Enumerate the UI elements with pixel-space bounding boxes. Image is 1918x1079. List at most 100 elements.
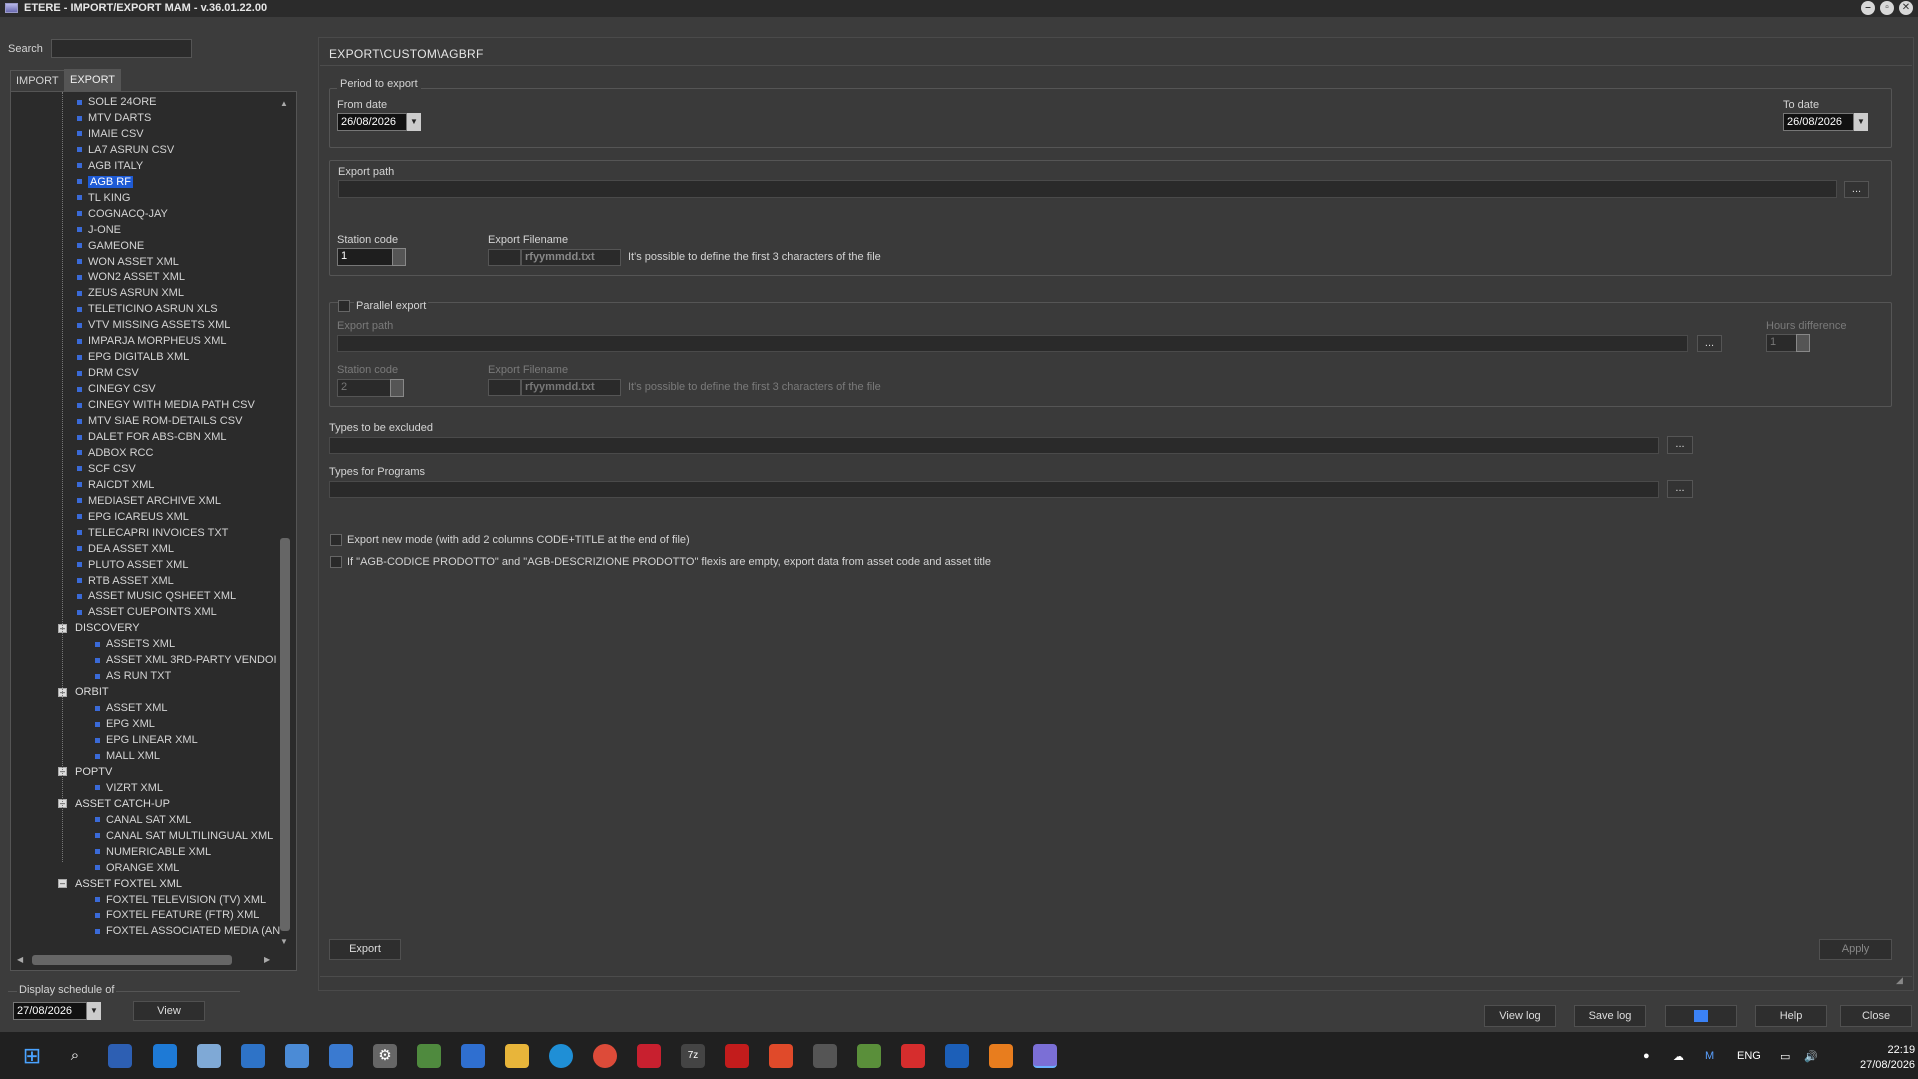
language-indicator[interactable]: ENG	[1737, 1050, 1761, 1062]
parallel-export-path-input[interactable]	[337, 335, 1688, 352]
tree-group[interactable]: – DISCOVERY	[58, 621, 140, 636]
tree-item[interactable]: DRM CSV	[77, 366, 139, 381]
tree-item[interactable]: DALET FOR ABS-CBN XML	[77, 430, 227, 445]
taskbar-clock[interactable]: 22:19 27/08/2026	[1860, 1043, 1915, 1073]
teamviewer-icon[interactable]	[945, 1044, 969, 1068]
agb-flexis-fallback-checkbox[interactable]	[330, 556, 342, 568]
tree-item[interactable]: TL KING	[77, 191, 130, 206]
display-date-dropdown-icon[interactable]: ▼	[87, 1002, 101, 1020]
tree-item[interactable]: MEDIASET ARCHIVE XML	[77, 494, 221, 509]
tree-item[interactable]: ASSET CUEPOINTS XML	[77, 605, 217, 620]
tree-item[interactable]: RTB ASSET XML	[77, 574, 174, 589]
help-button[interactable]: Help	[1755, 1005, 1827, 1027]
etere-app-icon[interactable]	[1033, 1044, 1057, 1068]
tree-item[interactable]: ORANGE XML	[95, 861, 179, 876]
tab-import[interactable]: IMPORT	[10, 70, 65, 91]
close-window-icon[interactable]: ✕	[1899, 1, 1913, 15]
vlc-icon[interactable]	[989, 1044, 1013, 1068]
tree-item-selected[interactable]: AGB RF	[77, 175, 133, 190]
tree-item[interactable]: CINEGY CSV	[77, 382, 156, 397]
tree-horizontal-scroll-thumb[interactable]	[32, 955, 232, 965]
acrobat-icon[interactable]	[725, 1044, 749, 1068]
tree-item[interactable]: ASSETS XML	[95, 637, 175, 652]
tree-item[interactable]: EPG LINEAR XML	[95, 733, 198, 748]
filename-prefix-input[interactable]	[488, 249, 521, 266]
app-icon-6[interactable]	[285, 1044, 309, 1068]
file-explorer-icon[interactable]	[505, 1044, 529, 1068]
app-icon-7[interactable]	[329, 1044, 353, 1068]
close-button[interactable]: Close	[1840, 1005, 1912, 1027]
edge-icon[interactable]	[549, 1044, 573, 1068]
store-icon[interactable]	[108, 1044, 132, 1068]
hours-difference-spinner-icon[interactable]	[1796, 334, 1810, 352]
tree-item[interactable]: AS RUN TXT	[95, 669, 171, 684]
apply-button[interactable]: Apply	[1819, 939, 1892, 960]
app-icon-9[interactable]	[417, 1044, 441, 1068]
tree-item[interactable]: WON ASSET XML	[77, 255, 179, 270]
tree-item[interactable]: CINEGY WITH MEDIA PATH CSV	[77, 398, 255, 413]
export-path-browse-button[interactable]: ...	[1844, 181, 1869, 198]
to-date-dropdown-icon[interactable]: ▼	[1854, 113, 1868, 131]
view-button[interactable]: View	[133, 1001, 205, 1021]
from-date-field[interactable]: 26/08/2026	[337, 113, 407, 131]
parallel-export-checkbox[interactable]	[338, 300, 350, 312]
tree-item[interactable]: TELETICINO ASRUN XLS	[77, 302, 218, 317]
parallel-filename-prefix-input[interactable]	[488, 379, 521, 396]
maximize-icon[interactable]: ▫	[1880, 1, 1894, 15]
minimize-icon[interactable]: –	[1861, 1, 1875, 15]
tree-item[interactable]: AGB ITALY	[77, 159, 143, 174]
tree-group[interactable]: – ASSET FOXTEL XML	[58, 877, 182, 892]
tree-item[interactable]: GAMEONE	[77, 239, 144, 254]
scroll-down-icon[interactable]: ▼	[280, 937, 288, 946]
scroll-left-icon[interactable]: ◀	[17, 955, 23, 964]
resize-grip-icon[interactable]: ◢	[1896, 975, 1903, 986]
tree-item[interactable]: FOXTEL TELEVISION (TV) XML	[95, 893, 266, 908]
tree-item[interactable]: TELECAPRI INVOICES TXT	[77, 526, 228, 541]
tree-item[interactable]: MALL XML	[95, 749, 160, 764]
tree-item[interactable]: LA7 ASRUN CSV	[77, 143, 174, 158]
tree-item[interactable]: ADBOX RCC	[77, 446, 153, 461]
tree-item[interactable]: WON2 ASSET XML	[77, 270, 185, 285]
network-tool-icon[interactable]	[197, 1044, 221, 1068]
remote-desktop-icon[interactable]	[241, 1044, 265, 1068]
database-icon[interactable]	[461, 1044, 485, 1068]
tree-item[interactable]: IMAIE CSV	[77, 127, 144, 142]
tree-group[interactable]: – ORBIT	[58, 685, 109, 700]
tree-item[interactable]: NUMERICABLE XML	[95, 845, 211, 860]
tree-vertical-scroll-thumb[interactable]	[280, 538, 290, 931]
tree-item[interactable]: COGNACQ-JAY	[77, 207, 168, 222]
parallel-station-code-spinner-icon[interactable]	[390, 379, 404, 397]
station-code-spinner-icon[interactable]	[392, 248, 406, 266]
tree-item[interactable]: EPG ICAREUS XML	[77, 510, 189, 525]
filezilla-icon[interactable]	[637, 1044, 661, 1068]
tree-item[interactable]: VTV MISSING ASSETS XML	[77, 318, 230, 333]
export-path-input[interactable]	[338, 180, 1837, 198]
scroll-up-icon[interactable]: ▲	[280, 99, 288, 108]
tree-item[interactable]: PLUTO ASSET XML	[77, 558, 188, 573]
tree-group[interactable]: – ASSET CATCH-UP	[58, 797, 170, 812]
tree-item[interactable]: J-ONE	[77, 223, 121, 238]
anydesk-icon[interactable]	[901, 1044, 925, 1068]
tree-item[interactable]: RAICDT XML	[77, 478, 154, 493]
7zip-icon[interactable]: 7z	[681, 1044, 705, 1068]
search-input[interactable]	[51, 39, 192, 58]
export-button[interactable]: Export	[329, 939, 401, 960]
tree-item[interactable]: SOLE 24ORE	[77, 95, 156, 110]
tree-item[interactable]: ASSET XML	[95, 701, 168, 716]
tree-item[interactable]: MTV SIAE ROM-DETAILS CSV	[77, 414, 242, 429]
station-code-input[interactable]: 1	[337, 248, 393, 266]
tree-item[interactable]: ZEUS ASRUN XML	[77, 286, 184, 301]
tree-item[interactable]: FOXTEL ASSOCIATED MEDIA (AN	[95, 924, 280, 939]
volume-icon[interactable]: 🔊	[1804, 1050, 1818, 1063]
start-icon[interactable]: ⊞	[20, 1044, 44, 1068]
to-date-field[interactable]: 26/08/2026	[1783, 113, 1854, 131]
tree-item[interactable]: SCF CSV	[77, 462, 136, 477]
tree-item[interactable]: ASSET XML 3RD-PARTY VENDOI	[95, 653, 277, 668]
network-icon[interactable]: ▭	[1780, 1050, 1790, 1063]
tree-item[interactable]: DEA ASSET XML	[77, 542, 174, 557]
tree-item[interactable]: VIZRT XML	[95, 781, 163, 796]
save-log-button[interactable]: Save log	[1574, 1005, 1646, 1027]
tree-group[interactable]: – POPTV	[58, 765, 112, 780]
tree-item[interactable]: MTV DARTS	[77, 111, 151, 126]
tray-m-icon[interactable]: M	[1705, 1050, 1714, 1062]
